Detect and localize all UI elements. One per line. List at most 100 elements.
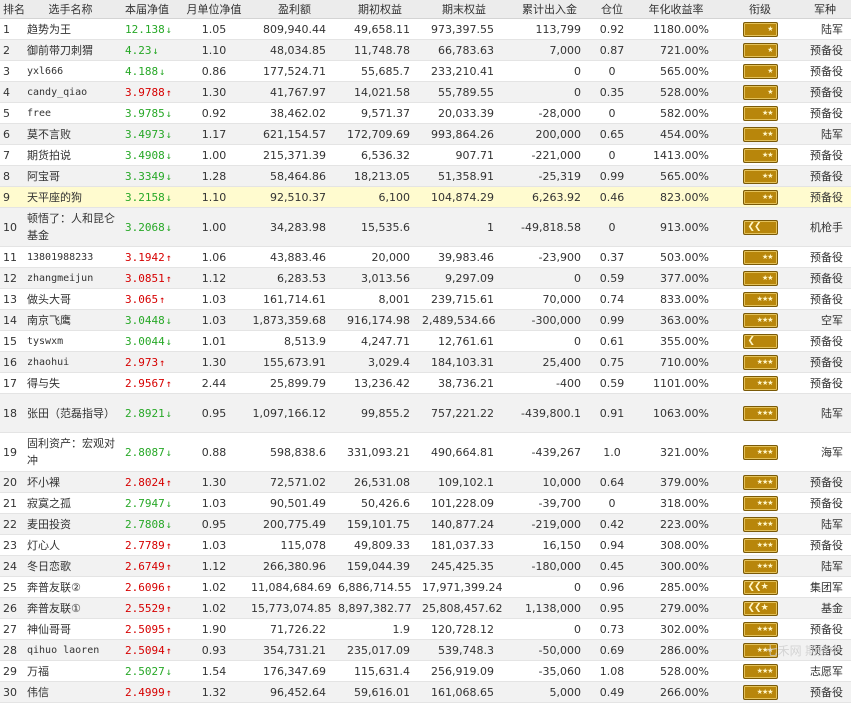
player-name-link[interactable]: free bbox=[27, 105, 117, 122]
player-name-link[interactable]: 灯心人 bbox=[27, 537, 117, 554]
header-end-equity[interactable]: 期末权益 bbox=[422, 0, 506, 19]
player-name-link[interactable]: 固利资产：宏观对冲 bbox=[27, 435, 117, 469]
cell-player-name[interactable]: 做头大哥 bbox=[24, 289, 117, 310]
player-name-link[interactable]: 奔普友联② bbox=[27, 579, 117, 596]
player-name-link[interactable]: 期货拍说 bbox=[27, 147, 117, 164]
table-row[interactable]: 5free3.9785↓0.9238,462.029,571.3720,033.… bbox=[0, 103, 851, 124]
player-name-link[interactable]: zhaohui bbox=[27, 354, 117, 371]
cell-player-name[interactable]: 灯心人 bbox=[24, 535, 117, 556]
table-row[interactable]: 17得与失2.9567↑2.4425,899.7913,236.4238,736… bbox=[0, 373, 851, 394]
cell-player-name[interactable]: 得与失 bbox=[24, 373, 117, 394]
player-name-link[interactable]: 莫不言败 bbox=[27, 126, 117, 143]
player-name-link[interactable]: tyswxm bbox=[27, 333, 117, 350]
player-name-link[interactable]: 天平座的狗 bbox=[27, 189, 117, 206]
player-name-link[interactable]: 麦田投资 bbox=[27, 516, 117, 533]
player-name-link[interactable]: 万福 bbox=[27, 663, 117, 680]
cell-player-name[interactable]: 坏小裸 bbox=[24, 472, 117, 493]
player-name-link[interactable]: 做头大哥 bbox=[27, 291, 117, 308]
cell-player-name[interactable]: zhaohui bbox=[24, 352, 117, 373]
table-row[interactable]: 4candy_qiao3.9788↑1.3041,767.9714,021.58… bbox=[0, 82, 851, 103]
cell-player-name[interactable]: 麦田投资 bbox=[24, 514, 117, 535]
header-rank[interactable]: 排名 bbox=[0, 0, 24, 19]
header-profit[interactable]: 盈利额 bbox=[251, 0, 338, 19]
table-row[interactable]: 11138019882333.1942↑1.0643,883.4620,0003… bbox=[0, 247, 851, 268]
header-annual-return[interactable]: 年化收益率 bbox=[631, 0, 721, 19]
header-net-flow[interactable]: 累计出入金 bbox=[506, 0, 593, 19]
player-name-link[interactable]: 神仙哥哥 bbox=[27, 621, 117, 638]
player-name-link[interactable]: 奔普友联① bbox=[27, 600, 117, 617]
table-row[interactable]: 12zhangmeijun3.0851↑1.126,283.533,013.56… bbox=[0, 268, 851, 289]
table-row[interactable]: 26奔普友联①2.5529↑1.0215,773,074.858,897,382… bbox=[0, 598, 851, 619]
player-name-link[interactable]: qihuo laoren bbox=[27, 642, 117, 659]
cell-player-name[interactable]: tyswxm bbox=[24, 331, 117, 352]
table-row[interactable]: 20坏小裸2.8024↑1.3072,571.0226,531.08109,10… bbox=[0, 472, 851, 493]
player-name-link[interactable]: 得与失 bbox=[27, 375, 117, 392]
cell-player-name[interactable]: candy_qiao bbox=[24, 82, 117, 103]
player-name-link[interactable]: 御前带刀刺猬 bbox=[27, 42, 117, 59]
header-rank-badge[interactable]: 衔级 bbox=[721, 0, 799, 19]
cell-player-name[interactable]: 趋势为王 bbox=[24, 19, 117, 40]
player-name-link[interactable]: 南京飞鹰 bbox=[27, 312, 117, 329]
cell-player-name[interactable]: 期货拍说 bbox=[24, 145, 117, 166]
cell-player-name[interactable]: 奔普友联① bbox=[24, 598, 117, 619]
table-row[interactable]: 22麦田投资2.7808↓0.95200,775.49159,101.75140… bbox=[0, 514, 851, 535]
table-row[interactable]: 7期货拍说3.4908↓1.00215,371.396,536.32907.71… bbox=[0, 145, 851, 166]
table-row[interactable]: 18张田（范磊指导）2.8921↓0.951,097,166.1299,855.… bbox=[0, 394, 851, 433]
cell-player-name[interactable]: 莫不言败 bbox=[24, 124, 117, 145]
player-name-link[interactable]: 寂寞之孤 bbox=[27, 495, 117, 512]
table-row[interactable]: 14南京飞鹰3.0448↓1.031,873,359.68916,174.982… bbox=[0, 310, 851, 331]
cell-player-name[interactable]: 阿宝哥 bbox=[24, 166, 117, 187]
table-row[interactable]: 24冬日恋歌2.6749↑1.12266,380.96159,044.39245… bbox=[0, 556, 851, 577]
cell-player-name[interactable]: 天平座的狗 bbox=[24, 187, 117, 208]
player-name-link[interactable]: 13801988233 bbox=[27, 249, 117, 266]
table-row[interactable]: 3yxl6664.188↓0.86177,524.7155,685.7233,2… bbox=[0, 61, 851, 82]
player-name-link[interactable]: 冬日恋歌 bbox=[27, 558, 117, 575]
player-name-link[interactable]: 趋势为王 bbox=[27, 21, 117, 38]
cell-player-name[interactable]: 固利资产：宏观对冲 bbox=[24, 433, 117, 472]
table-row[interactable]: 25奔普友联②2.6096↑1.0211,084,684.696,886,714… bbox=[0, 577, 851, 598]
table-row[interactable]: 2御前带刀刺猬4.23↓1.1048,034.8511,748.7866,783… bbox=[0, 40, 851, 61]
player-name-link[interactable]: 坏小裸 bbox=[27, 474, 117, 491]
header-nav[interactable]: 本届净值 bbox=[117, 0, 177, 19]
cell-player-name[interactable]: yxl666 bbox=[24, 61, 117, 82]
cell-player-name[interactable]: 御前带刀刺猬 bbox=[24, 40, 117, 61]
table-row[interactable]: 15tyswxm3.0044↓1.018,513.94,247.7112,761… bbox=[0, 331, 851, 352]
table-row[interactable]: 10顿悟了：人和昆仑基金3.2068↓1.0034,283.9815,535.6… bbox=[0, 208, 851, 247]
player-name-link[interactable]: 顿悟了：人和昆仑基金 bbox=[27, 210, 117, 244]
table-row[interactable]: 16zhaohui2.973↑1.30155,673.913,029.4184,… bbox=[0, 352, 851, 373]
cell-player-name[interactable]: 张田（范磊指导） bbox=[24, 394, 117, 433]
table-row[interactable]: 28qihuo laoren2.5094↑0.93354,731.21235,0… bbox=[0, 640, 851, 661]
cell-player-name[interactable]: 13801988233 bbox=[24, 247, 117, 268]
header-start-equity[interactable]: 期初权益 bbox=[338, 0, 422, 19]
player-name-link[interactable]: 伟信 bbox=[27, 684, 117, 701]
cell-player-name[interactable]: zhangmeijun bbox=[24, 268, 117, 289]
cell-player-name[interactable]: 顿悟了：人和昆仑基金 bbox=[24, 208, 117, 247]
player-name-link[interactable]: candy_qiao bbox=[27, 84, 117, 101]
header-position[interactable]: 仓位 bbox=[593, 0, 631, 19]
table-row[interactable]: 13做头大哥3.065↑1.03161,714.618,001239,715.6… bbox=[0, 289, 851, 310]
player-name-link[interactable]: 阿宝哥 bbox=[27, 168, 117, 185]
player-name-link[interactable]: zhangmeijun bbox=[27, 270, 117, 287]
cell-player-name[interactable]: 神仙哥哥 bbox=[24, 619, 117, 640]
table-row[interactable]: 6莫不言败3.4973↓1.17621,154.57172,709.69993,… bbox=[0, 124, 851, 145]
cell-player-name[interactable]: 伟信 bbox=[24, 682, 117, 703]
header-name[interactable]: 选手名称 bbox=[24, 0, 117, 19]
header-month-nav[interactable]: 月单位净值 bbox=[177, 0, 251, 19]
player-name-link[interactable]: yxl666 bbox=[27, 63, 117, 80]
table-row[interactable]: 8阿宝哥3.3349↓1.2858,464.8618,213.0551,358.… bbox=[0, 166, 851, 187]
header-branch[interactable]: 军种 bbox=[799, 0, 851, 19]
cell-player-name[interactable]: 寂寞之孤 bbox=[24, 493, 117, 514]
table-row[interactable]: 21寂寞之孤2.7947↓1.0390,501.4950,426.6101,22… bbox=[0, 493, 851, 514]
cell-player-name[interactable]: 南京飞鹰 bbox=[24, 310, 117, 331]
table-row[interactable]: 27神仙哥哥2.5095↑1.9071,726.221.9120,728.120… bbox=[0, 619, 851, 640]
table-row[interactable]: 1趋势为王12.138↓1.05809,940.4449,658.11973,3… bbox=[0, 19, 851, 40]
table-row[interactable]: 30伟信2.4999↑1.3296,452.6459,616.01161,068… bbox=[0, 682, 851, 703]
player-name-link[interactable]: 张田（范磊指导） bbox=[27, 405, 117, 422]
cell-player-name[interactable]: qihuo laoren bbox=[24, 640, 117, 661]
cell-player-name[interactable]: 万福 bbox=[24, 661, 117, 682]
table-row[interactable]: 19固利资产：宏观对冲2.8087↓0.88598,838.6331,093.2… bbox=[0, 433, 851, 472]
table-row[interactable]: 9天平座的狗3.2158↓1.1092,510.376,100104,874.2… bbox=[0, 187, 851, 208]
cell-player-name[interactable]: 奔普友联② bbox=[24, 577, 117, 598]
table-row[interactable]: 29万福2.5027↓1.54176,347.69115,631.4256,91… bbox=[0, 661, 851, 682]
cell-player-name[interactable]: free bbox=[24, 103, 117, 124]
